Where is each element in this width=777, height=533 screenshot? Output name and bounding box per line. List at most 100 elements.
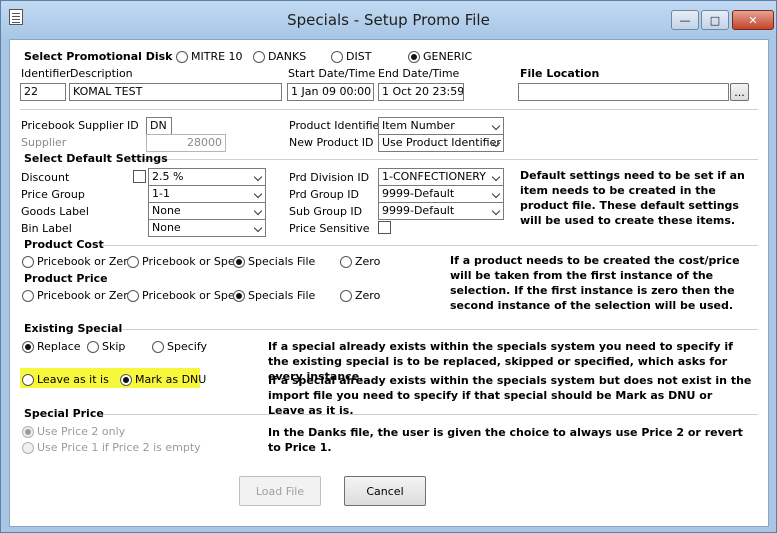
radio-icon bbox=[87, 340, 99, 353]
browse-button[interactable]: ... bbox=[730, 83, 749, 101]
radio-icon bbox=[22, 373, 34, 386]
identifier-field[interactable]: 22 bbox=[20, 83, 66, 101]
product-price-label: Product Price bbox=[24, 272, 108, 285]
price-option-zero[interactable]: Zero bbox=[340, 289, 380, 302]
radio-icon bbox=[408, 50, 420, 63]
end-label: End Date/Time bbox=[378, 67, 460, 80]
special-price-label: Special Price bbox=[24, 407, 104, 420]
discount-select[interactable]: 2.5 % bbox=[148, 168, 266, 186]
radio-icon bbox=[22, 289, 34, 302]
disk-option-generic[interactable]: GENERIC bbox=[408, 50, 472, 63]
close-icon: ✕ bbox=[748, 13, 758, 27]
new-product-id-label: New Product ID bbox=[289, 136, 374, 149]
disk-option-danks[interactable]: DANKS bbox=[253, 50, 306, 63]
dialog-window: Specials - Setup Promo File — □ ✕ Select… bbox=[0, 0, 777, 533]
divider bbox=[102, 414, 758, 415]
maximize-icon: □ bbox=[709, 13, 721, 27]
radio-icon bbox=[233, 289, 245, 302]
price-option-specials-file[interactable]: Specials File bbox=[233, 289, 315, 302]
dialog-client: Select Promotional Disk MITRE 10 DANKS D… bbox=[9, 39, 769, 527]
load-file-button[interactable]: Load File bbox=[239, 476, 321, 506]
radio-icon bbox=[176, 50, 188, 63]
default-settings-label: Select Default Settings bbox=[24, 152, 168, 165]
file-location-label: File Location bbox=[520, 67, 600, 80]
sub-group-label: Sub Group ID bbox=[289, 205, 363, 218]
existing-option-replace[interactable]: Replace bbox=[22, 340, 81, 353]
bin-label-select[interactable]: None bbox=[148, 219, 266, 237]
discount-label: Discount bbox=[21, 171, 70, 184]
radio-icon bbox=[120, 373, 132, 386]
radio-icon bbox=[340, 289, 352, 302]
dnu-option-leave[interactable]: Leave as it is bbox=[22, 373, 109, 386]
existing-option-skip[interactable]: Skip bbox=[87, 340, 125, 353]
default-settings-help: Default settings need to be set if an it… bbox=[520, 169, 745, 227]
radio-icon bbox=[22, 425, 34, 438]
maximize-button[interactable]: □ bbox=[701, 10, 729, 30]
price-group-label: Price Group bbox=[21, 188, 85, 201]
disk-option-mitre10[interactable]: MITRE 10 bbox=[176, 50, 243, 63]
new-product-id-select[interactable]: Use Product Identifier bbox=[378, 134, 504, 152]
radio-icon bbox=[127, 255, 139, 268]
start-label: Start Date/Time bbox=[288, 67, 376, 80]
radio-icon bbox=[233, 255, 245, 268]
special-price-option-price2[interactable]: Use Price 2 only bbox=[22, 425, 125, 438]
window-title: Specials - Setup Promo File bbox=[287, 11, 490, 29]
minimize-icon: — bbox=[679, 13, 691, 27]
dnu-help: If a special already exists within the s… bbox=[268, 374, 752, 417]
dnu-option-mark[interactable]: Mark as DNU bbox=[120, 373, 206, 386]
product-cost-price-help: If a product needs to be created the cos… bbox=[450, 254, 740, 312]
goods-label-label: Goods Label bbox=[21, 205, 89, 218]
price-option-pricebook-zero[interactable]: Pricebook or Zero bbox=[22, 289, 134, 302]
price-option-pricebook-special[interactable]: Pricebook or Special bbox=[127, 289, 237, 302]
price-group-select[interactable]: 1-1 bbox=[148, 185, 266, 203]
radio-icon bbox=[22, 340, 34, 353]
end-date-field[interactable]: 1 Oct 20 23:59 bbox=[378, 83, 464, 101]
product-cost-label: Product Cost bbox=[24, 238, 104, 251]
bin-label-label: Bin Label bbox=[21, 222, 72, 235]
special-price-help: In the Danks file, the user is given the… bbox=[268, 426, 743, 454]
cost-option-zero[interactable]: Zero bbox=[340, 255, 380, 268]
supplier-id-field[interactable]: DN bbox=[146, 117, 172, 135]
description-label: Description bbox=[70, 67, 133, 80]
cost-option-pricebook-special[interactable]: Pricebook or Special bbox=[127, 255, 237, 268]
radio-icon bbox=[331, 50, 343, 63]
radio-icon bbox=[152, 340, 164, 353]
identifier-label: Identifier bbox=[21, 67, 71, 80]
divider bbox=[20, 109, 758, 110]
radio-icon bbox=[22, 255, 34, 268]
prd-group-select[interactable]: 9999-Default bbox=[378, 185, 504, 203]
close-button[interactable]: ✕ bbox=[732, 10, 774, 30]
existing-special-label: Existing Special bbox=[24, 322, 123, 335]
description-field[interactable]: KOMAL TEST bbox=[69, 83, 282, 101]
radio-icon bbox=[127, 289, 139, 302]
prd-division-select[interactable]: 1-CONFECTIONERY bbox=[378, 168, 504, 186]
prd-division-label: Prd Division ID bbox=[289, 171, 370, 184]
cancel-button[interactable]: Cancel bbox=[344, 476, 426, 506]
disk-option-dist[interactable]: DIST bbox=[331, 50, 371, 63]
special-price-option-price1[interactable]: Use Price 1 if Price 2 is empty bbox=[22, 441, 201, 454]
supplier-id-label: Pricebook Supplier ID bbox=[21, 119, 139, 132]
prd-group-label: Prd Group ID bbox=[289, 188, 359, 201]
minimize-button[interactable]: — bbox=[671, 10, 699, 30]
price-sensitive-label: Price Sensitive bbox=[289, 222, 370, 235]
product-identifier-label: Product Identifier bbox=[289, 119, 384, 132]
sub-group-select[interactable]: 9999-Default bbox=[378, 202, 504, 220]
divider bbox=[130, 159, 758, 160]
divider bbox=[114, 329, 758, 330]
cost-option-pricebook-zero[interactable]: Pricebook or Zero bbox=[22, 255, 134, 268]
radio-icon bbox=[22, 441, 34, 454]
divider bbox=[102, 245, 758, 246]
start-date-field[interactable]: 1 Jan 09 00:00 bbox=[287, 83, 374, 101]
price-sensitive-checkbox[interactable] bbox=[378, 221, 391, 234]
product-identifier-select[interactable]: Item Number bbox=[378, 117, 504, 135]
radio-icon bbox=[253, 50, 265, 63]
goods-label-select[interactable]: None bbox=[148, 202, 266, 220]
supplier-label: Supplier bbox=[21, 136, 67, 149]
discount-checkbox[interactable] bbox=[133, 170, 146, 183]
cost-option-specials-file[interactable]: Specials File bbox=[233, 255, 315, 268]
existing-option-specify[interactable]: Specify bbox=[152, 340, 207, 353]
supplier-field: 28000 bbox=[146, 134, 226, 152]
file-location-field[interactable] bbox=[518, 83, 729, 101]
disk-label: Select Promotional Disk bbox=[24, 50, 173, 63]
title-bar[interactable]: Specials - Setup Promo File — □ ✕ bbox=[1, 1, 776, 37]
